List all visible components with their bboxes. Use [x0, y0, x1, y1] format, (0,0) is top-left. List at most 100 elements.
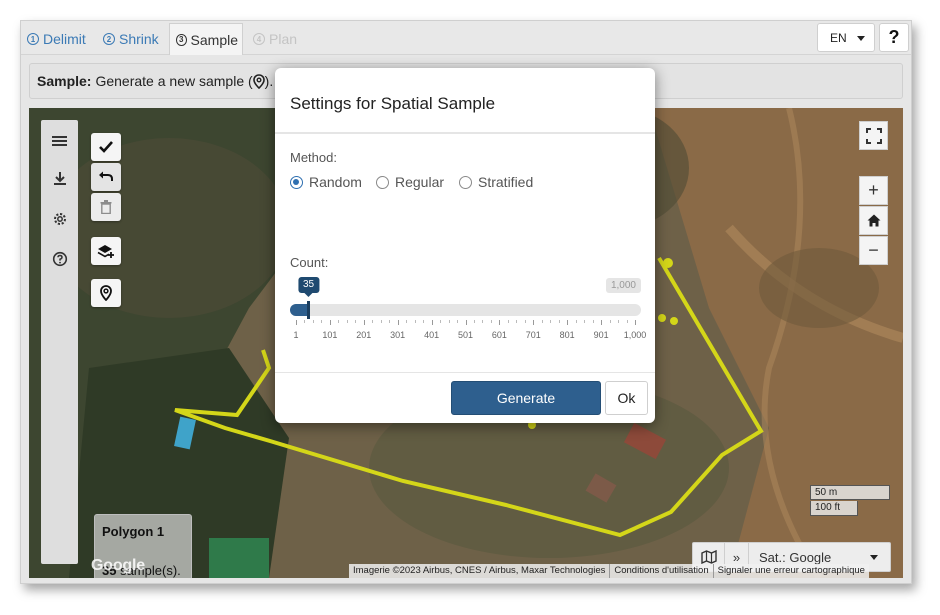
slider-major-tick [499, 320, 501, 325]
undo-tool-button[interactable] [91, 163, 121, 191]
menu-icon[interactable] [41, 128, 78, 154]
slider-minor-tick [482, 320, 484, 323]
slider-minor-tick [380, 320, 382, 323]
slider-major-tick [601, 320, 603, 325]
slider-minor-tick [355, 320, 357, 323]
trash-icon [100, 200, 112, 214]
count-slider[interactable]: 35 1,000 1 101 201 301 401 501 601 701 801 901 1,0… [290, 276, 646, 346]
slider-major-tick [431, 320, 433, 325]
zoom-out-button[interactable]: − [859, 236, 888, 265]
home-button[interactable] [859, 206, 888, 235]
tab-label: Shrink [119, 31, 159, 47]
slider-tick-label: 901 [593, 330, 609, 340]
scale-metric: 50 m [810, 485, 890, 500]
radio-label: Random [309, 174, 362, 190]
confirm-tool-button[interactable] [91, 133, 121, 161]
slider-minor-tick [592, 320, 594, 323]
terms-link[interactable]: Conditions d'utilisation [609, 564, 712, 578]
location-pin-icon [100, 285, 112, 301]
slider-major-tick [533, 320, 535, 325]
download-icon[interactable] [41, 166, 78, 192]
language-select[interactable]: EN [817, 23, 875, 52]
generate-button[interactable]: Generate [451, 381, 601, 415]
tab-label: Sample [190, 31, 238, 48]
slider-major-tick [635, 320, 636, 325]
location-pin-icon [252, 73, 265, 89]
slider-max-label: 1,000 [605, 278, 641, 293]
radio-label: Regular [395, 174, 445, 190]
slider-minor-tick [338, 320, 340, 323]
help-button[interactable]: ? [879, 23, 909, 52]
step-number-icon: 3 [176, 33, 187, 46]
slider-tick-label: 501 [457, 330, 474, 340]
slider-tick-label: 1,000 [623, 330, 647, 340]
slider-minor-tick [516, 320, 518, 323]
slider-minor-tick [372, 320, 374, 323]
slider-tick-label: 701 [525, 330, 541, 340]
tab-plan: 4 Plan [249, 23, 301, 55]
undo-icon [99, 171, 113, 181]
radio-unchecked-icon [376, 175, 389, 189]
instruction-step: Sample: [37, 73, 92, 89]
scale-imperial: 100 ft [810, 501, 858, 516]
tab-label: Plan [269, 31, 298, 47]
slider-minor-tick [584, 320, 586, 323]
left-toolbar [41, 120, 78, 564]
method-label: Method: [290, 150, 337, 165]
slider-major-tick [465, 320, 467, 325]
slider-minor-tick [618, 320, 620, 323]
help-circle-icon[interactable] [41, 246, 78, 272]
slider-minor-tick [448, 320, 450, 323]
slider-major-tick [296, 320, 297, 325]
tab-bar: 1 Delimit 2 Shrink 3 Sample 4 Plan EN ? [21, 21, 911, 55]
method-random-radio[interactable]: Random [290, 174, 362, 190]
step-number-icon: 4 [253, 33, 265, 45]
radio-checked-icon [290, 175, 303, 189]
slider-major-tick [363, 320, 365, 325]
instruction-suffix: ). [264, 73, 274, 89]
slider-minor-tick [541, 320, 543, 323]
fullscreen-button[interactable] [859, 121, 888, 150]
slider-major-tick [567, 320, 569, 325]
slider-minor-tick [312, 320, 314, 323]
report-error-link[interactable]: Signaler une erreur cartographique [712, 564, 869, 578]
slider-minor-tick [507, 320, 509, 323]
slider-minor-tick [550, 320, 552, 323]
polygon-title: Polygon 1 [102, 524, 165, 539]
slider-tick-label: 801 [559, 330, 575, 340]
scale-bar: 50 m 100 ft [810, 485, 890, 517]
slider-tick-label: 601 [491, 330, 507, 340]
tab-sample[interactable]: 3 Sample [169, 23, 243, 55]
zoom-in-button[interactable]: + [859, 176, 888, 205]
ok-button[interactable]: Ok [605, 381, 648, 415]
slider-minor-tick [473, 320, 475, 323]
slider-minor-tick [626, 320, 628, 323]
tab-shrink[interactable]: 2 Shrink [99, 23, 163, 55]
delete-tool-button[interactable] [91, 193, 121, 221]
google-watermark: Google [91, 557, 145, 574]
layer-add-icon [97, 245, 114, 258]
slider-value-bubble: 35 [297, 277, 320, 297]
slider-handle[interactable] [306, 301, 310, 319]
method-regular-radio[interactable]: Regular [376, 174, 444, 190]
slider-minor-tick [558, 320, 560, 323]
sample-pin-button[interactable] [91, 279, 121, 307]
tab-delimit[interactable]: 1 Delimit [23, 23, 90, 55]
slider-tick-label: 101 [322, 330, 338, 340]
slider-minor-tick [457, 320, 459, 323]
map-icon [700, 550, 717, 564]
slider-minor-tick [304, 320, 306, 323]
slider-minor-tick [346, 320, 348, 323]
check-icon [99, 141, 113, 153]
method-stratified-radio[interactable]: Stratified [459, 174, 533, 190]
settings-gear-icon[interactable] [41, 206, 78, 232]
instruction-text: Generate a new sample ( [95, 73, 253, 89]
slider-track[interactable] [290, 304, 641, 316]
add-layer-button[interactable] [91, 237, 121, 265]
caret-down-icon [857, 36, 865, 41]
slider-minor-tick [440, 320, 442, 323]
slider-minor-tick [414, 320, 416, 323]
slider-minor-tick [389, 320, 391, 323]
map-attribution: Imagerie ©2023 Airbus, CNES / Airbus, Ma… [349, 564, 869, 578]
slider-tick-label: 1 [293, 330, 299, 340]
